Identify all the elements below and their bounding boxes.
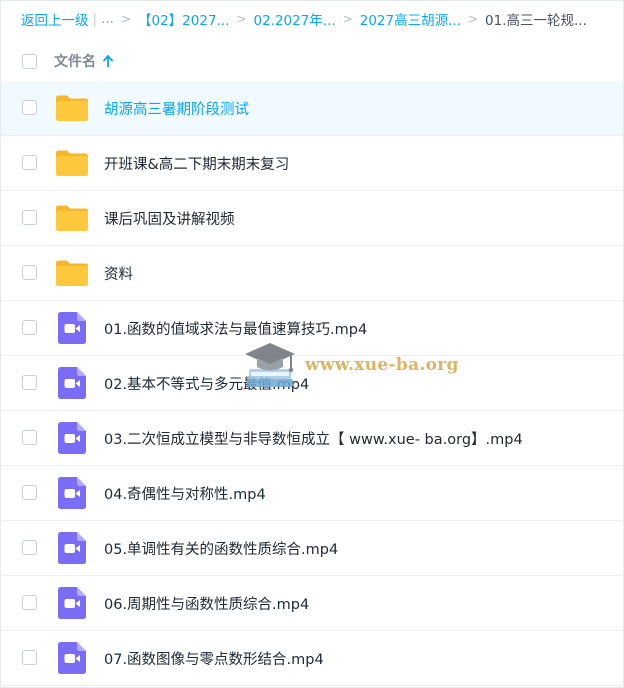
column-name-label: 文件名 xyxy=(54,54,96,70)
video-file-icon xyxy=(58,367,86,399)
row-checkbox[interactable] xyxy=(22,375,37,390)
file-row[interactable]: 07.函数图像与零点数形结合.mp4 xyxy=(1,631,623,686)
list-header: 文件名 xyxy=(1,41,623,81)
breadcrumb-item[interactable]: 2027高三胡源... xyxy=(360,9,461,29)
video-file-icon xyxy=(58,587,86,619)
arrow-up-icon xyxy=(103,55,113,67)
file-name[interactable]: 开班课&高二下期末期末复习 xyxy=(104,153,289,174)
file-name[interactable]: 04.奇偶性与对称性.mp4 xyxy=(104,483,266,504)
file-browser: 返回上一级 | ... > 【02】2027... > 02.2027年... … xyxy=(0,0,624,688)
back-link[interactable]: 返回上一级 xyxy=(21,9,89,29)
file-name[interactable]: 03.二次恒成立模型与非导数恒成立【 www.xue- ba.org】.mp4 xyxy=(104,428,523,449)
file-name[interactable]: 课后巩固及讲解视频 xyxy=(104,208,235,229)
row-checkbox[interactable] xyxy=(22,595,37,610)
row-checkbox[interactable] xyxy=(22,430,37,445)
file-name[interactable]: 06.周期性与函数性质综合.mp4 xyxy=(104,593,309,614)
file-list: 胡源高三暑期阶段测试开班课&高二下期末期末复习 课后巩固及讲解视频 资料 01.函数的… xyxy=(1,81,623,686)
file-name[interactable]: 01.函数的值域求法与最值速算技巧.mp4 xyxy=(104,318,367,339)
folder-row[interactable]: 开班课&高二下期末期末复习 xyxy=(1,136,623,191)
row-checkbox[interactable] xyxy=(22,320,37,335)
folder-icon xyxy=(56,205,88,231)
folder-row[interactable]: 资料 xyxy=(1,246,623,301)
file-row[interactable]: 03.二次恒成立模型与非导数恒成立【 www.xue- ba.org】.mp4 xyxy=(1,411,623,466)
breadcrumb-item[interactable]: 02.2027年... xyxy=(253,9,335,29)
breadcrumb-item[interactable]: 【02】2027... xyxy=(138,9,229,29)
sort-by-name[interactable]: 文件名 xyxy=(54,51,113,71)
video-file-icon xyxy=(58,532,86,564)
row-checkbox[interactable] xyxy=(22,650,37,665)
file-name[interactable]: 07.函数图像与零点数形结合.mp4 xyxy=(104,648,324,669)
breadcrumb-ellipsis[interactable]: ... xyxy=(101,11,114,27)
breadcrumb-divider: | xyxy=(92,11,98,27)
file-name[interactable]: 05.单调性有关的函数性质综合.mp4 xyxy=(104,538,338,559)
row-checkbox[interactable] xyxy=(22,100,37,115)
video-file-icon xyxy=(58,477,86,509)
file-row[interactable]: 01.函数的值域求法与最值速算技巧.mp4 xyxy=(1,301,623,356)
folder-row[interactable]: 课后巩固及讲解视频 xyxy=(1,191,623,246)
video-file-icon xyxy=(58,642,86,674)
row-checkbox[interactable] xyxy=(22,210,37,225)
breadcrumb-separator: > xyxy=(120,12,131,26)
file-row[interactable]: 02.基本不等式与多元最值.mp4 xyxy=(1,356,623,411)
video-file-icon xyxy=(58,422,86,454)
file-name[interactable]: 胡源高三暑期阶段测试 xyxy=(104,98,249,119)
file-row[interactable]: 05.单调性有关的函数性质综合.mp4 xyxy=(1,521,623,576)
file-row[interactable]: 04.奇偶性与对称性.mp4 xyxy=(1,466,623,521)
breadcrumb-separator: > xyxy=(236,12,247,26)
breadcrumb-current: 01.高三一轮规... xyxy=(485,13,587,29)
row-checkbox[interactable] xyxy=(22,155,37,170)
row-checkbox[interactable] xyxy=(22,485,37,500)
video-file-icon xyxy=(58,312,86,344)
file-name[interactable]: 资料 xyxy=(104,263,133,284)
select-all-checkbox[interactable] xyxy=(22,53,37,69)
row-checkbox[interactable] xyxy=(22,540,37,555)
breadcrumb: 返回上一级 | ... > 【02】2027... > 02.2027年... … xyxy=(21,9,587,29)
folder-row[interactable]: 胡源高三暑期阶段测试 xyxy=(1,81,623,136)
folder-icon xyxy=(56,150,88,176)
file-row[interactable]: 06.周期性与函数性质综合.mp4 xyxy=(1,576,623,631)
folder-icon xyxy=(56,95,88,121)
folder-icon xyxy=(56,260,88,286)
row-checkbox[interactable] xyxy=(22,265,37,280)
file-name[interactable]: 02.基本不等式与多元最值.mp4 xyxy=(104,373,309,394)
breadcrumb-separator: > xyxy=(467,12,479,26)
breadcrumb-separator: > xyxy=(342,12,353,26)
